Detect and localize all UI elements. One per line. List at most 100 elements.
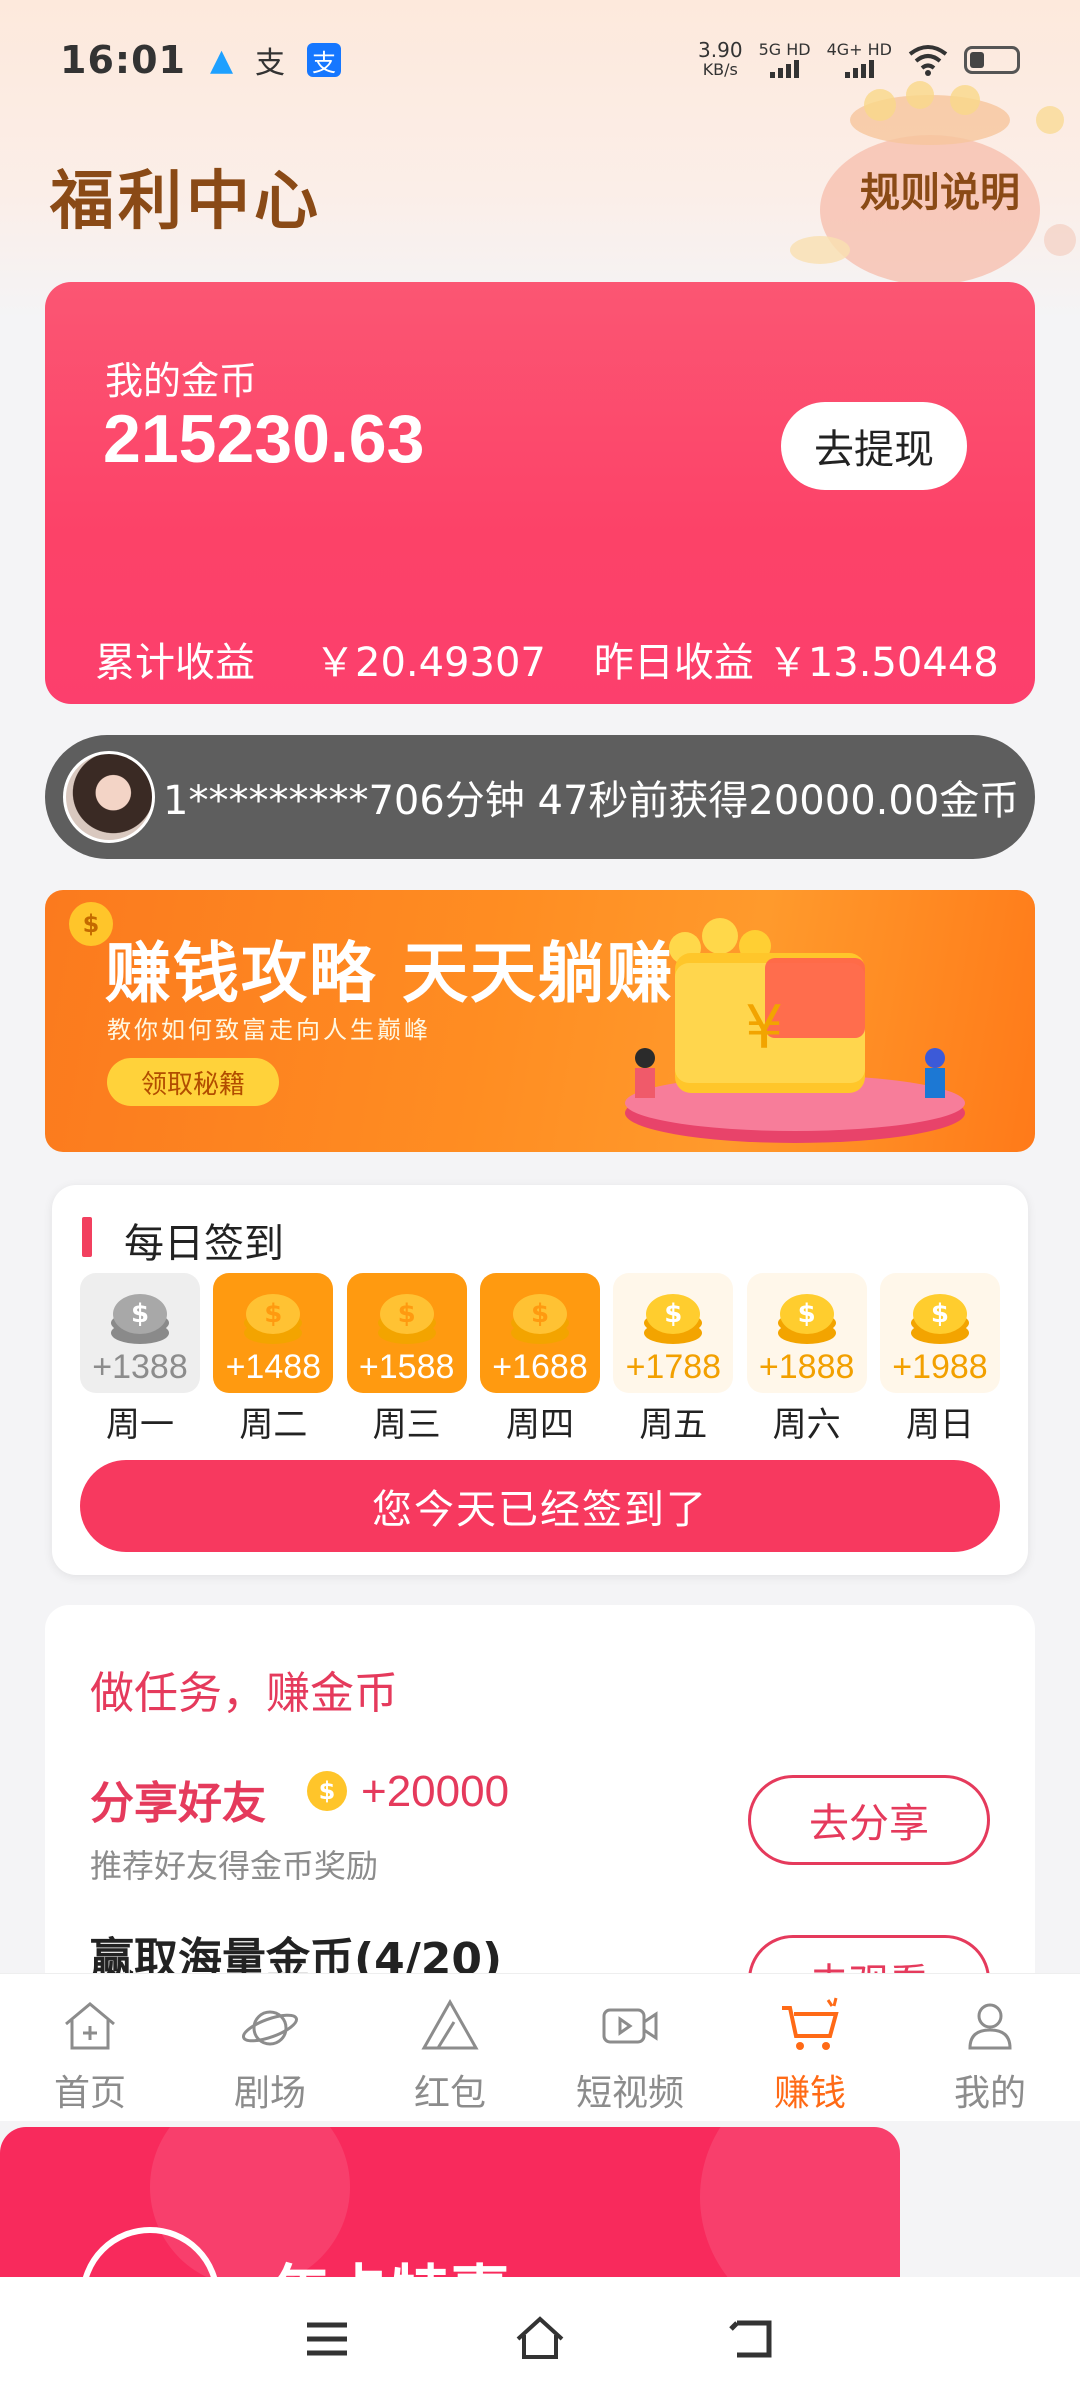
checkin-day: $ +1388 周一 xyxy=(80,1273,200,1446)
coin-value: 215230.63 xyxy=(103,401,425,477)
nav-item-profile[interactable]: 我的 xyxy=(900,1974,1080,2121)
checkin-day: $ +1488 周二 xyxy=(213,1273,334,1446)
signal-1-label: 5G HD xyxy=(758,40,811,59)
earnings-stats: 累计收益 ￥20.49307 昨日收益 ￥13.50448 xyxy=(95,630,999,688)
nav-label: 剧场 xyxy=(233,2073,306,2114)
withdraw-button[interactable]: 去提现 xyxy=(781,402,967,490)
yesterday-earnings-label: 昨日收益 xyxy=(593,640,754,686)
ticker-text: 1*********706分钟 47秒前获得20000.00金币 xyxy=(163,778,1020,824)
promo-banner[interactable]: $ 赚钱攻略 天天躺赚 教你如何致富走向人生巅峰 领取秘籍 ¥ xyxy=(45,890,1035,1152)
checkin-title: 每日签到 xyxy=(124,1221,284,1267)
profile-icon xyxy=(968,2003,1012,2050)
cart-icon xyxy=(782,1997,839,2050)
day-tile: $ +1888 xyxy=(746,1273,867,1393)
nav-label: 红包 xyxy=(413,2073,486,2114)
coin-stack-icon: $ xyxy=(777,1294,836,1344)
promo-text: 年卡特惠 xyxy=(270,2245,510,2277)
avatar xyxy=(63,751,155,843)
promo-bubble xyxy=(700,2127,900,2277)
planet-icon xyxy=(242,2010,298,2046)
checkin-day: $ +1688 周四 xyxy=(479,1273,600,1446)
svg-text:¥: ¥ xyxy=(745,993,783,1063)
net-speed: 3.90 KB/s xyxy=(698,40,743,80)
nav-item-red-packet[interactable]: 红包 xyxy=(360,1974,540,2121)
day-name: 周二 xyxy=(239,1405,308,1445)
bottom-nav: 首页 剧场 红包 短视频 赚钱 我的 xyxy=(0,1973,1080,2121)
daily-checkin-card: 每日签到 $ +1388 周一 $ +1488 周二 $ +1588 周三 $ xyxy=(52,1185,1028,1575)
task-reward: +20000 xyxy=(361,1767,510,1816)
day-amount: +1388 xyxy=(92,1348,188,1386)
coin-stack-icon: $ xyxy=(244,1294,303,1344)
day-tile: $ +1788 xyxy=(613,1273,734,1393)
day-name: 周六 xyxy=(772,1405,841,1445)
page-title: 福利中心 xyxy=(50,165,322,239)
back-icon[interactable] xyxy=(725,2311,781,2367)
day-amount: +1988 xyxy=(892,1348,988,1386)
home-nav-icon[interactable] xyxy=(512,2311,568,2367)
status-time: 16:01 xyxy=(60,38,186,82)
menu-icon[interactable] xyxy=(299,2311,355,2367)
checkin-day: $ +1588 周三 xyxy=(346,1273,467,1446)
checkin-day: $ +1888 周六 xyxy=(746,1273,867,1446)
signal-2-label: 4G+ HD xyxy=(826,40,892,59)
home-icon xyxy=(65,2002,115,2050)
total-earnings-label: 累计收益 xyxy=(95,640,255,686)
nav-item-short-video[interactable]: 短视频 xyxy=(540,1974,720,2121)
coin-stack-icon: $ xyxy=(644,1294,703,1344)
checkin-button[interactable]: 您今天已经签到了 xyxy=(80,1460,1000,1552)
checkin-day: $ +1788 周五 xyxy=(613,1273,734,1446)
day-amount: +1488 xyxy=(225,1348,322,1386)
coin-icon: $ xyxy=(307,1771,347,1811)
nav-item-earn[interactable]: 赚钱 xyxy=(720,1974,900,2121)
banner-title: 赚钱攻略 天天躺赚 xyxy=(105,935,674,1012)
banner-subtitle: 教你如何致富走向人生巅峰 xyxy=(107,1016,431,1044)
checkin-day: $ +1988 周日 xyxy=(879,1273,1000,1446)
day-amount: +1688 xyxy=(492,1348,588,1386)
day-tile: $ +1488 xyxy=(213,1273,334,1393)
banner-button[interactable]: 领取秘籍 xyxy=(107,1058,279,1106)
task-name: 分享好友 xyxy=(90,1778,266,1829)
red-packet-icon xyxy=(421,1998,479,2050)
day-name: 周四 xyxy=(505,1405,574,1445)
alipay-icon: 支 xyxy=(307,43,342,77)
day-amount: +1888 xyxy=(758,1348,855,1386)
notification-icons: ▲ 支 支 xyxy=(209,38,342,82)
coin-stack-icon: $ xyxy=(510,1294,569,1344)
tasks-title: 做任务，赚金币 xyxy=(90,1668,398,1719)
nav-label: 我的 xyxy=(953,2073,1026,2114)
qq-icon: ▲ xyxy=(209,42,234,78)
day-tile: $ +1588 xyxy=(346,1273,467,1393)
video-icon xyxy=(602,2008,658,2044)
yesterday-earnings-value: ￥13.50448 xyxy=(767,640,999,686)
day-amount: +1588 xyxy=(358,1348,455,1386)
net-speed-value: 3.90 xyxy=(698,38,743,62)
coin-stack-icon: $ xyxy=(910,1294,969,1344)
checkin-days: $ +1388 周一 $ +1488 周二 $ +1588 周三 $ +1688 xyxy=(80,1273,1000,1446)
day-tile: $ +1388 xyxy=(80,1273,200,1393)
coin-label: 我的金币 xyxy=(105,359,258,403)
day-name: 周三 xyxy=(372,1405,441,1445)
nav-item-home[interactable]: 首页 xyxy=(0,1974,180,2121)
nav-label: 首页 xyxy=(53,2073,126,2114)
share-button[interactable]: 去分享 xyxy=(748,1775,990,1865)
system-nav-bar xyxy=(0,2277,1080,2400)
section-accent-bar xyxy=(82,1217,92,1257)
coin-balance-card: 我的金币 215230.63 去提现 累计收益 ￥20.49307 昨日收益 ￥… xyxy=(45,282,1035,704)
total-earnings-value: ￥20.49307 xyxy=(315,640,546,686)
nav-label: 短视频 xyxy=(575,2073,684,2114)
rules-link[interactable]: 规则说明 xyxy=(860,160,1020,218)
wallet-illustration-icon: ¥ xyxy=(625,918,965,1143)
net-speed-unit: KB/s xyxy=(702,60,738,79)
pay-icon: 支 xyxy=(255,46,286,81)
coin-stack-icon: $ xyxy=(111,1294,169,1344)
earnings-ticker: 1*********706分钟 47秒前获得20000.00金币 xyxy=(45,735,1035,859)
promo-popup[interactable]: 年卡特惠 xyxy=(0,2127,900,2277)
tasks-section: 做任务，赚金币 分享好友 $ +20000 推荐好友得金币奖励 去分享 赢取海量… xyxy=(45,1605,1035,2025)
day-name: 周五 xyxy=(639,1405,708,1445)
day-amount: +1788 xyxy=(625,1348,722,1386)
nav-item-theater[interactable]: 剧场 xyxy=(180,1974,360,2121)
day-name: 周一 xyxy=(106,1405,174,1445)
coin-stack-icon: $ xyxy=(377,1294,436,1344)
nav-label: 赚钱 xyxy=(773,2073,846,2114)
task-description: 推荐好友得金币奖励 xyxy=(90,1847,379,1885)
